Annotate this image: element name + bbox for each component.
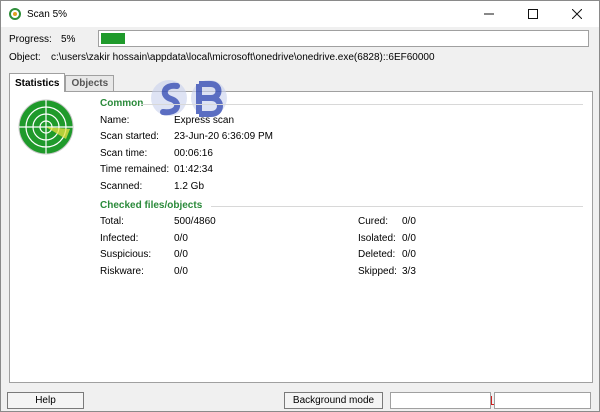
riskware-value: 0/0 xyxy=(174,266,188,277)
status-field-left xyxy=(390,392,491,409)
object-label: Object: xyxy=(9,52,41,63)
infected-label: Infected: xyxy=(100,233,139,244)
help-button[interactable]: Help xyxy=(7,392,84,409)
checked-divider xyxy=(211,206,583,207)
scan-started-value: 23-Jun-20 6:36:09 PM xyxy=(174,131,273,142)
minimize-icon[interactable] xyxy=(467,1,511,27)
skipped-label: Skipped: xyxy=(358,266,397,277)
maximize-icon[interactable] xyxy=(511,1,555,27)
window-title: Scan 5% xyxy=(27,8,68,20)
tab-statistics[interactable]: Statistics xyxy=(9,73,66,92)
suspicious-label: Suspicious: xyxy=(100,249,152,260)
name-label: Name: xyxy=(100,115,130,126)
window-controls xyxy=(467,1,599,27)
progress-percent: 5% xyxy=(61,34,76,45)
common-divider xyxy=(141,104,583,105)
scan-started-label: Scan started: xyxy=(100,131,159,142)
name-value: Express scan xyxy=(174,115,235,126)
skipped-value: 3/3 xyxy=(402,266,416,277)
progress-label: Progress: xyxy=(9,34,52,45)
progress-bar xyxy=(98,30,589,47)
scan-time-label: Scan time: xyxy=(100,148,148,159)
title-bar: Scan 5% xyxy=(1,1,599,27)
scanner-app-icon xyxy=(9,8,21,20)
scan-window: Scan 5% Progress: 5% Object: c:\users\za… xyxy=(0,0,600,412)
deleted-label: Deleted: xyxy=(358,249,396,260)
deleted-value: 0/0 xyxy=(402,249,416,260)
status-field-right xyxy=(494,392,591,409)
object-path: c:\users\zakir hossain\appdata\local\mic… xyxy=(51,52,435,63)
close-icon[interactable] xyxy=(555,1,599,27)
scanned-value: 1.2 Gb xyxy=(174,181,205,192)
checked-section-title: Checked files/objects xyxy=(100,200,203,211)
background-mode-button[interactable]: Background mode xyxy=(284,392,383,409)
tab-strip: Statistics Objects xyxy=(9,73,115,92)
scanned-label: Scanned: xyxy=(100,181,143,192)
time-remained-value: 01:42:34 xyxy=(174,164,213,175)
isolated-value: 0/0 xyxy=(402,233,416,244)
tab-objects[interactable]: Objects xyxy=(65,75,115,91)
radar-icon xyxy=(18,99,74,155)
isolated-label: Isolated: xyxy=(358,233,396,244)
total-label: Total: xyxy=(100,216,124,227)
suspicious-value: 0/0 xyxy=(174,249,188,260)
infected-value: 0/0 xyxy=(174,233,188,244)
status-marker xyxy=(491,396,494,405)
scan-time-value: 00:06:16 xyxy=(174,148,213,159)
time-remained-label: Time remained: xyxy=(100,164,170,175)
common-section-title: Common xyxy=(100,98,144,109)
riskware-label: Riskware: xyxy=(100,266,144,277)
progress-fill xyxy=(101,33,126,44)
total-value: 500/4860 xyxy=(174,216,216,227)
statistics-panel xyxy=(9,91,593,383)
cured-value: 0/0 xyxy=(402,216,416,227)
cured-label: Cured: xyxy=(358,216,389,227)
